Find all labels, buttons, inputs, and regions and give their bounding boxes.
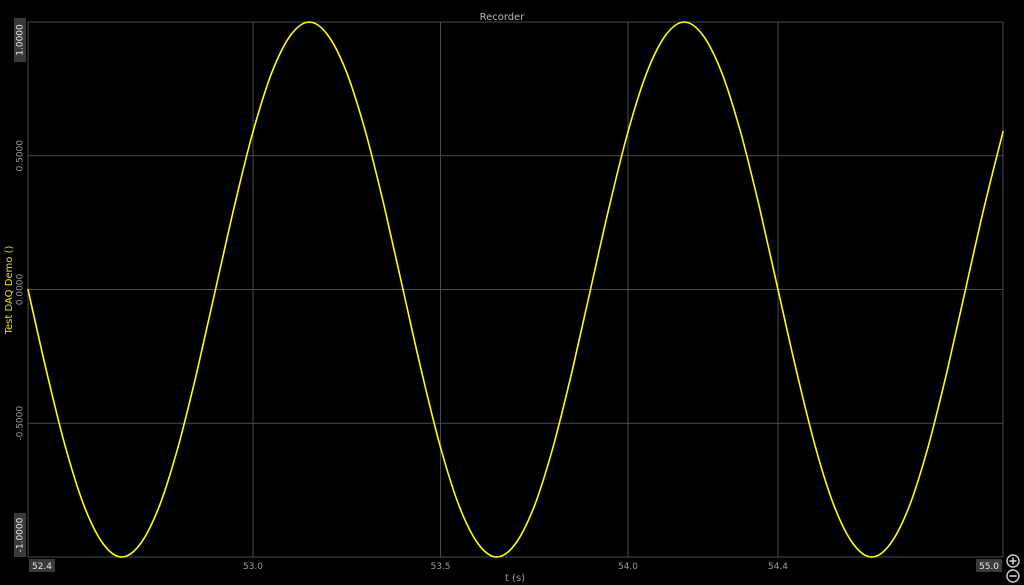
data-point	[383, 205, 386, 208]
y-tick-label: 0.5000	[16, 140, 26, 172]
data-point	[589, 288, 592, 291]
data-point	[721, 72, 723, 74]
y-tick-label: 1.0000	[16, 24, 26, 56]
recorder-window: Recorder Test DAQ Demo () t (s) 1.0000 0.…	[0, 0, 1024, 585]
y-tick-label: -0.5000	[16, 406, 26, 441]
data-point	[495, 556, 498, 558]
data-point	[946, 371, 948, 374]
data-point	[421, 371, 423, 374]
data-point	[327, 34, 329, 37]
y-tick-label: 0.0000	[16, 273, 26, 305]
data-point	[533, 505, 536, 508]
data-point	[289, 34, 292, 37]
x-axis-label: t (s)	[505, 573, 525, 584]
data-point	[645, 72, 648, 74]
data-point	[458, 505, 461, 508]
data-point	[833, 505, 835, 508]
data-point	[27, 288, 29, 291]
data-point	[439, 446, 442, 449]
data-point	[608, 205, 611, 208]
data-point	[870, 556, 873, 558]
data-point	[402, 288, 404, 291]
data-point	[739, 130, 742, 133]
data-point	[627, 130, 629, 133]
data-point	[758, 205, 761, 208]
data-point	[308, 21, 311, 23]
data-point	[777, 288, 779, 291]
data-point	[514, 542, 517, 545]
data-point	[702, 34, 704, 37]
data-point	[477, 542, 479, 545]
data-point	[83, 505, 85, 508]
data-point	[852, 542, 854, 545]
data-point	[927, 446, 929, 449]
data-point	[233, 205, 236, 208]
x-start-label: 52.4	[32, 562, 52, 572]
data-point	[102, 542, 104, 545]
x-tick-label: 53.5	[430, 562, 450, 572]
data-point	[683, 21, 685, 23]
data-point	[814, 446, 817, 449]
data-point	[796, 371, 798, 374]
data-point	[270, 72, 273, 74]
data-point	[177, 446, 179, 449]
data-point	[139, 542, 142, 545]
x-end-label: 55.0	[979, 562, 999, 572]
data-point	[908, 505, 911, 508]
data-point	[158, 505, 161, 508]
data-point	[364, 130, 367, 133]
data-point	[196, 371, 198, 374]
y-axis-label: Test DAQ Demo ()	[4, 246, 15, 336]
data-point	[64, 446, 67, 449]
data-point	[346, 72, 348, 74]
recorder-chart[interactable]: Recorder Test DAQ Demo () t (s) 1.0000 0.…	[0, 0, 1024, 585]
data-point	[964, 288, 967, 291]
data-point	[983, 205, 986, 208]
chart-background	[0, 0, 1024, 585]
data-point	[1002, 130, 1004, 133]
zoom-in-button[interactable]	[1006, 554, 1020, 568]
data-point	[252, 130, 254, 133]
data-point	[571, 371, 573, 374]
data-point	[664, 34, 667, 37]
x-tick-label: 54.4	[768, 562, 788, 572]
data-point	[214, 288, 217, 291]
data-point	[120, 556, 123, 558]
data-point	[46, 371, 48, 374]
data-point	[889, 542, 892, 545]
y-tick-label: -1.0000	[16, 517, 26, 552]
chart-title: Recorder	[480, 12, 526, 23]
x-tick-label: 54.0	[618, 562, 638, 572]
data-point	[552, 446, 554, 449]
zoom-out-button[interactable]	[1006, 569, 1020, 583]
x-tick-label: 53.0	[243, 562, 263, 572]
